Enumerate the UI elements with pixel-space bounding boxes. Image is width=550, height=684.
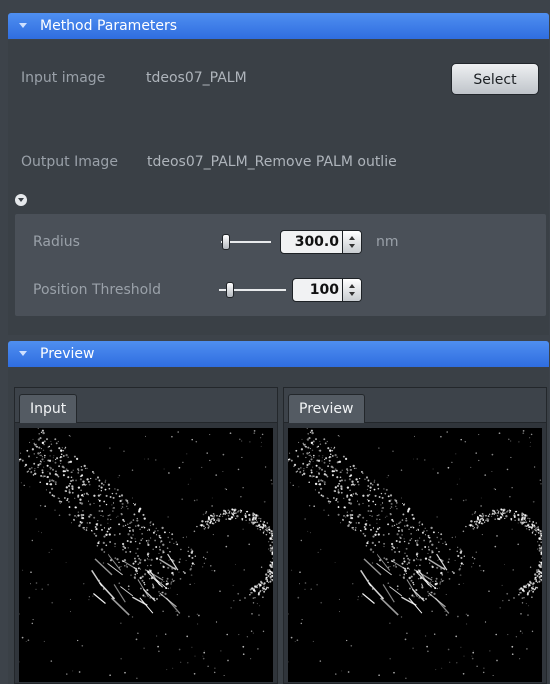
radius-value[interactable]: 300.0	[295, 231, 339, 253]
preview-image-view[interactable]	[288, 428, 542, 682]
preview-tabbar: Preview	[284, 388, 546, 423]
advanced-parameters-panel	[15, 214, 546, 316]
input-pane: Input	[14, 387, 278, 684]
spin-up-icon[interactable]	[349, 284, 355, 288]
input-tabbar: Input	[15, 388, 277, 423]
position-threshold-label: Position Threshold	[33, 282, 161, 298]
preview-pane: Preview	[283, 387, 547, 684]
spin-down-icon[interactable]	[349, 244, 355, 248]
method-parameters-header[interactable]: Method Parameters	[8, 13, 549, 39]
spin-up-icon[interactable]	[349, 236, 355, 240]
radius-slider-thumb[interactable]	[222, 234, 230, 250]
position-threshold-value[interactable]: 100	[310, 279, 339, 301]
collapse-triangle-icon	[19, 351, 27, 356]
tab-input[interactable]: Input	[19, 394, 78, 423]
preview-header[interactable]: Preview	[8, 341, 549, 367]
method-parameters-title: Method Parameters	[40, 18, 178, 34]
position-threshold-slider-thumb[interactable]	[226, 282, 234, 298]
input-image-label: Input image	[21, 70, 106, 86]
radius-spinbox[interactable]: 300.0	[280, 230, 362, 254]
collapse-triangle-icon	[19, 23, 27, 28]
preview-microscopy-image	[288, 428, 542, 679]
input-image-value: tdeos07_PALM	[146, 70, 247, 86]
spin-down-icon[interactable]	[349, 292, 355, 296]
radius-unit: nm	[376, 234, 399, 250]
input-microscopy-image	[19, 428, 273, 679]
collapse-toggle-icon[interactable]	[15, 194, 27, 206]
input-image-view[interactable]	[19, 428, 273, 682]
select-button[interactable]: Select	[451, 63, 539, 95]
radius-label: Radius	[33, 234, 80, 250]
position-threshold-spinbox[interactable]: 100	[292, 278, 362, 302]
radius-spin-arrows[interactable]	[342, 231, 361, 253]
preview-title: Preview	[40, 346, 95, 362]
position-threshold-spin-arrows[interactable]	[342, 279, 361, 301]
tab-preview[interactable]: Preview	[288, 394, 365, 423]
output-image-value[interactable]: tdeos07_PALM_Remove PALM outlie	[147, 154, 397, 170]
output-image-label: Output Image	[21, 154, 118, 170]
